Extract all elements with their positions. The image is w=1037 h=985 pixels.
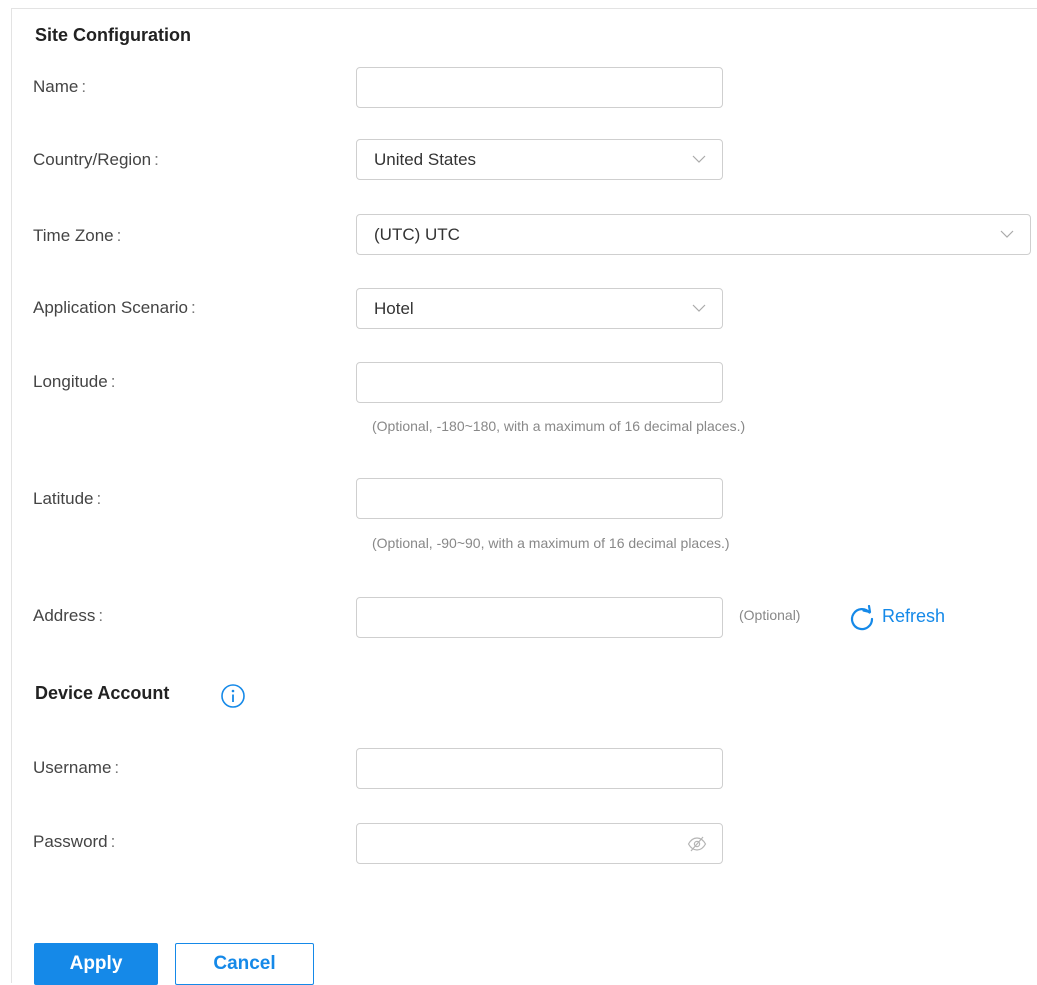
password-colon: : — [110, 832, 116, 851]
latitude-hint: (Optional, -90~90, with a maximum of 16 … — [372, 535, 730, 551]
name-colon: : — [81, 77, 87, 96]
application-scenario-select[interactable]: Hotel — [356, 288, 723, 329]
section-title-device-account: Device Account — [35, 683, 170, 703]
password-field[interactable] — [356, 823, 723, 864]
cancel-button[interactable]: Cancel — [175, 943, 314, 985]
country-region-selected-value: United States — [374, 150, 477, 169]
time-zone-colon: : — [116, 226, 122, 245]
name-label-text: Name — [33, 77, 79, 96]
address-field[interactable] — [356, 597, 723, 638]
address-colon: : — [98, 606, 104, 625]
name-label: Name: — [33, 77, 86, 97]
longitude-hint: (Optional, -180~180, with a maximum of 1… — [372, 418, 746, 434]
info-icon[interactable] — [220, 683, 246, 709]
application-scenario-selected-value: Hotel — [374, 299, 414, 318]
country-region-label-text: Country/Region — [33, 150, 152, 169]
time-zone-label-text: Time Zone — [33, 226, 114, 245]
password-label-text: Password — [33, 832, 108, 851]
time-zone-select[interactable]: (UTC) UTC — [356, 214, 1031, 255]
refresh-icon — [850, 605, 874, 631]
password-input[interactable] — [357, 824, 702, 863]
latitude-label-text: Latitude — [33, 489, 94, 508]
application-scenario-label: Application Scenario: — [33, 298, 196, 318]
apply-button[interactable]: Apply — [34, 943, 158, 985]
section-title-site-configuration: Site Configuration — [35, 25, 191, 45]
latitude-input[interactable] — [357, 479, 702, 518]
refresh-label: Refresh — [882, 606, 946, 626]
application-scenario-label-text: Application Scenario — [33, 298, 188, 317]
name-field[interactable] — [356, 67, 723, 108]
chevron-down-icon — [692, 304, 706, 312]
application-scenario-colon: : — [190, 298, 196, 317]
latitude-field[interactable] — [356, 478, 723, 519]
password-label: Password: — [33, 832, 115, 852]
longitude-label-text: Longitude — [33, 372, 108, 391]
name-input[interactable] — [357, 68, 702, 107]
time-zone-label: Time Zone: — [33, 226, 121, 246]
chevron-down-icon — [692, 155, 706, 163]
latitude-label: Latitude: — [33, 489, 101, 509]
longitude-input[interactable] — [357, 363, 702, 402]
address-optional-hint: (Optional) — [739, 607, 801, 623]
username-input[interactable] — [357, 749, 702, 788]
address-label: Address: — [33, 606, 103, 626]
country-region-colon: : — [154, 150, 159, 169]
chevron-down-icon — [1000, 230, 1014, 238]
username-colon: : — [114, 758, 120, 777]
longitude-label: Longitude: — [33, 372, 115, 392]
username-label-text: Username — [33, 758, 112, 777]
username-field[interactable] — [356, 748, 723, 789]
address-label-text: Address — [33, 606, 96, 625]
username-label: Username: — [33, 758, 119, 778]
longitude-colon: : — [110, 372, 116, 391]
time-zone-selected-value: (UTC) UTC — [374, 225, 460, 244]
eye-off-icon[interactable] — [687, 836, 707, 852]
country-region-label: Country/Region: — [33, 150, 159, 170]
longitude-field[interactable] — [356, 362, 723, 403]
address-input[interactable] — [357, 598, 702, 637]
country-region-select[interactable]: United States — [356, 139, 723, 180]
latitude-colon: : — [96, 489, 102, 508]
